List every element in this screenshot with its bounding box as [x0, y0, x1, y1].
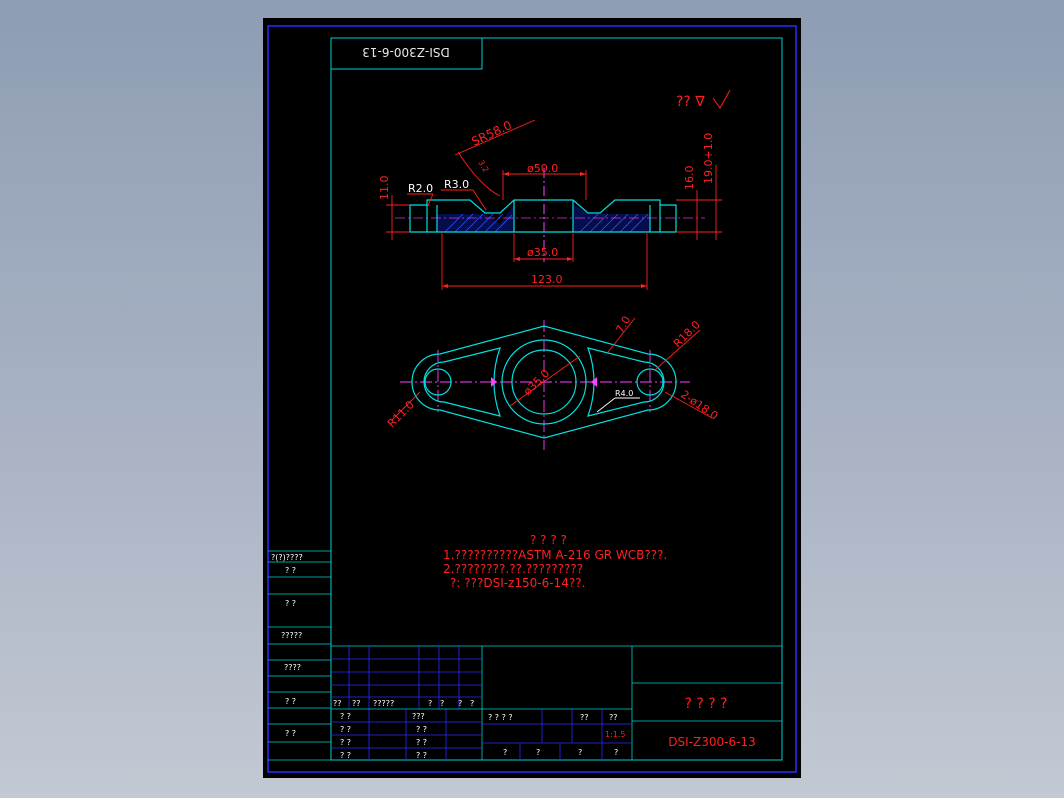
note-1: 1.??????????ASTM A-216 GR WCB???. [443, 548, 667, 562]
part-name: ? ? ? ? [684, 696, 727, 712]
bottom-cell-2: ? [578, 748, 582, 757]
drawing-number: DSI-Z300-6-13 [668, 735, 755, 749]
dim-16: 16.0 [683, 166, 696, 191]
left-cell-6: ? ? [285, 729, 296, 738]
info-label-2: ?? [609, 713, 618, 722]
dim-dia35: ø35.0 [527, 246, 558, 259]
sign-mid-2: ? ? [416, 738, 427, 747]
hdr-cell-1: ?? [352, 699, 361, 708]
dim-11: 11.0 [378, 176, 391, 201]
sign-label-3: ? ? [340, 751, 351, 760]
sign-mid-3: ? ? [416, 751, 427, 760]
dim-123: 123.0 [531, 273, 563, 286]
left-cell-1: ? ? [285, 566, 296, 575]
sign-label-1: ? ? [340, 725, 351, 734]
scale-value: 1:1.5 [605, 730, 626, 739]
hdr-cell-6: ? [470, 699, 474, 708]
dim-r2: R2.0 [408, 182, 433, 195]
hdr-cell-4: ? [440, 699, 444, 708]
info-label-1: ?? [580, 713, 589, 722]
info-label-0: ? ? ? ? [488, 713, 513, 722]
roughness-note: ?? ∇ [676, 94, 705, 110]
drawing-sheet [263, 18, 801, 778]
dim-r4: R4.0 [615, 389, 633, 398]
note-3: ?: ???DSI-z150-6-14??. [450, 576, 585, 590]
notes-heading: ? ? ? ? [530, 533, 567, 547]
dim-r3: R3.0 [444, 178, 469, 191]
left-cell-2: ? ? [285, 599, 296, 608]
hdr-cell-5: ? [458, 699, 462, 708]
left-cell-4: ???? [284, 663, 301, 672]
bottom-cell-3: ? [614, 748, 618, 757]
mirrored-drawing-code: DSI-Z300-6-13 [362, 45, 449, 59]
bottom-cell-1: ? [536, 748, 540, 757]
sign-label-2: ? ? [340, 738, 351, 747]
dim-dia50: ø50.0 [527, 162, 558, 175]
left-cell-0: ?(?)???? [271, 553, 303, 562]
hdr-cell-0: ?? [333, 699, 342, 708]
cad-drawing-canvas[interactable]: DSI-Z300-6-13 ?? ∇ SR58.0 3.2 ø50.0 R2.0… [0, 0, 1064, 798]
note-2: 2.????????.??.????????? [443, 562, 583, 576]
bottom-cell-0: ? [503, 748, 507, 757]
sign-mid-0: ??? [412, 712, 425, 721]
hdr-cell-3: ? [428, 699, 432, 708]
left-cell-5: ? ? [285, 697, 296, 706]
hdr-cell-2: ????? [373, 699, 394, 708]
sign-label-0: ? ? [340, 712, 351, 721]
left-cell-3: ????? [281, 631, 302, 640]
dim-19: 19.0+1.0 [702, 133, 715, 184]
sign-mid-1: ? ? [416, 725, 427, 734]
